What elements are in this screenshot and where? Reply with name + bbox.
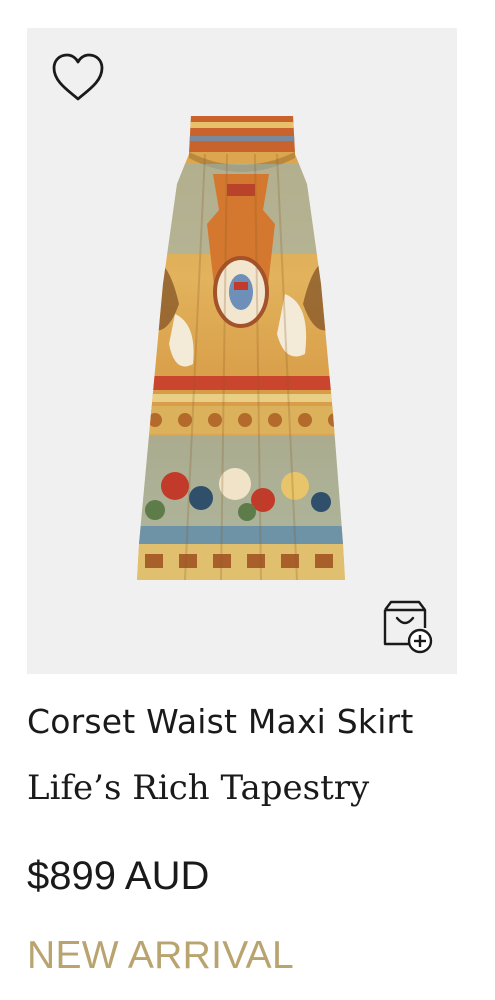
wishlist-button[interactable] [49, 50, 107, 104]
collection-name: Life’s Rich Tapestry [27, 768, 370, 808]
product-card[interactable]: Corset Waist Maxi Skirt Life’s Rich Tape… [0, 0, 495, 1000]
product-price: $899 AUD [27, 854, 210, 898]
heart-outline-icon [52, 53, 104, 101]
product-image-panel[interactable] [27, 28, 457, 674]
add-to-bag-button[interactable] [379, 596, 437, 656]
product-image[interactable] [135, 114, 347, 590]
product-name[interactable]: Corset Waist Maxi Skirt [27, 702, 413, 741]
new-arrival-badge: NEW ARRIVAL [27, 934, 294, 977]
shopping-bag-add-icon [383, 600, 433, 654]
